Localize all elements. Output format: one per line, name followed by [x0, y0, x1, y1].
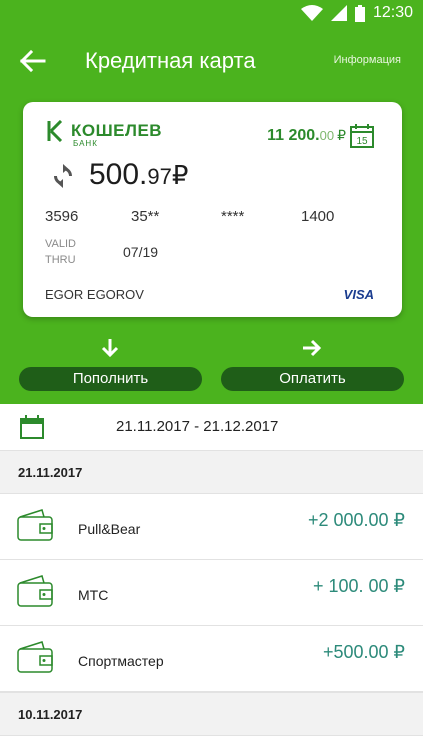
credit-limit: 11 200.00 ₽: [267, 127, 346, 145]
calendar-icon[interactable]: [20, 415, 44, 439]
clock: 12:30: [372, 4, 413, 21]
bank-logo: КОШЕЛЕВ БАНК: [47, 120, 177, 150]
card-balance: 500.97₽: [89, 158, 188, 192]
status-bar: 12:30: [0, 0, 423, 28]
back-arrow-icon[interactable]: [18, 48, 48, 74]
battery-icon: [354, 4, 365, 22]
transaction-name: МТС: [78, 587, 109, 603]
transaction-amount: + 100. 00 ₽: [312, 576, 405, 596]
transaction-name: Pull&Bear: [78, 521, 141, 537]
valid-thru-label: VALID THRU: [45, 238, 76, 266]
topup-button[interactable]: Пополнить: [19, 367, 202, 391]
transaction-row[interactable]: Pull&Bear +2 000.00 ₽: [0, 494, 423, 560]
date-group-label: 10.11.2017: [18, 707, 83, 722]
card-number-group-2: 35**: [131, 208, 160, 225]
card-expiry: 07/19: [123, 244, 159, 260]
date-group-header: 10.11.2017: [0, 692, 423, 736]
page-title: Кредитная карта: [85, 48, 256, 73]
card-number-group-1: 3596: [45, 208, 79, 225]
balance-currency: ₽: [171, 160, 189, 190]
arrow-right-icon[interactable]: [302, 338, 322, 358]
balance-main: 500.: [89, 158, 148, 191]
transaction-amount: +2 000.00 ₽: [307, 510, 405, 530]
limit-decimal: 00: [319, 128, 335, 143]
bank-logo-icon: [47, 120, 63, 142]
date-group-header: 21.11.2017: [0, 450, 423, 494]
calendar-day: 15: [356, 136, 368, 147]
transaction-row[interactable]: Спортмастер +500.00 ₽: [0, 626, 423, 692]
visa-logo: VISA: [343, 287, 374, 302]
app-bar: Кредитная карта Информация: [0, 38, 423, 84]
period-range: 21.11.2017 - 21.12.2017: [116, 418, 279, 435]
transaction-name: Спортмастер: [78, 653, 164, 669]
limit-main: 11 200.: [267, 127, 320, 144]
period-selector[interactable]: 21.11.2017 - 21.12.2017: [0, 404, 423, 450]
refresh-icon[interactable]: [51, 164, 75, 188]
payment-date-calendar-icon[interactable]: 15: [350, 124, 374, 148]
info-link[interactable]: Информация: [334, 54, 401, 66]
limit-currency: ₽: [337, 127, 346, 143]
card-number-group-4: 1400: [301, 208, 335, 225]
wifi-icon: [300, 5, 323, 21]
bank-name: КОШЕЛЕВ: [71, 121, 163, 140]
balance-decimal: 97: [147, 164, 172, 189]
card-number-group-3: ****: [221, 208, 245, 225]
transaction-row[interactable]: МТС + 100. 00 ₽: [0, 560, 423, 626]
card-holder: EGOR EGOROV: [45, 287, 144, 302]
arrow-down-icon[interactable]: [100, 338, 120, 358]
signal-icon: [330, 5, 347, 21]
wallet-icon: [17, 641, 53, 673]
transaction-amount: +500.00 ₽: [322, 642, 405, 662]
credit-card[interactable]: КОШЕЛЕВ БАНК 11 200.00 ₽ 15 500.97₽ 3596 …: [23, 102, 402, 317]
date-group-label: 21.11.2017: [18, 465, 83, 480]
pay-button[interactable]: Оплатить: [221, 367, 404, 391]
header-panel: 12:30 Кредитная карта Информация КОШЕЛЕВ…: [0, 0, 423, 404]
wallet-icon: [17, 575, 53, 607]
bank-subtitle: БАНК: [73, 139, 98, 148]
wallet-icon: [17, 509, 53, 541]
